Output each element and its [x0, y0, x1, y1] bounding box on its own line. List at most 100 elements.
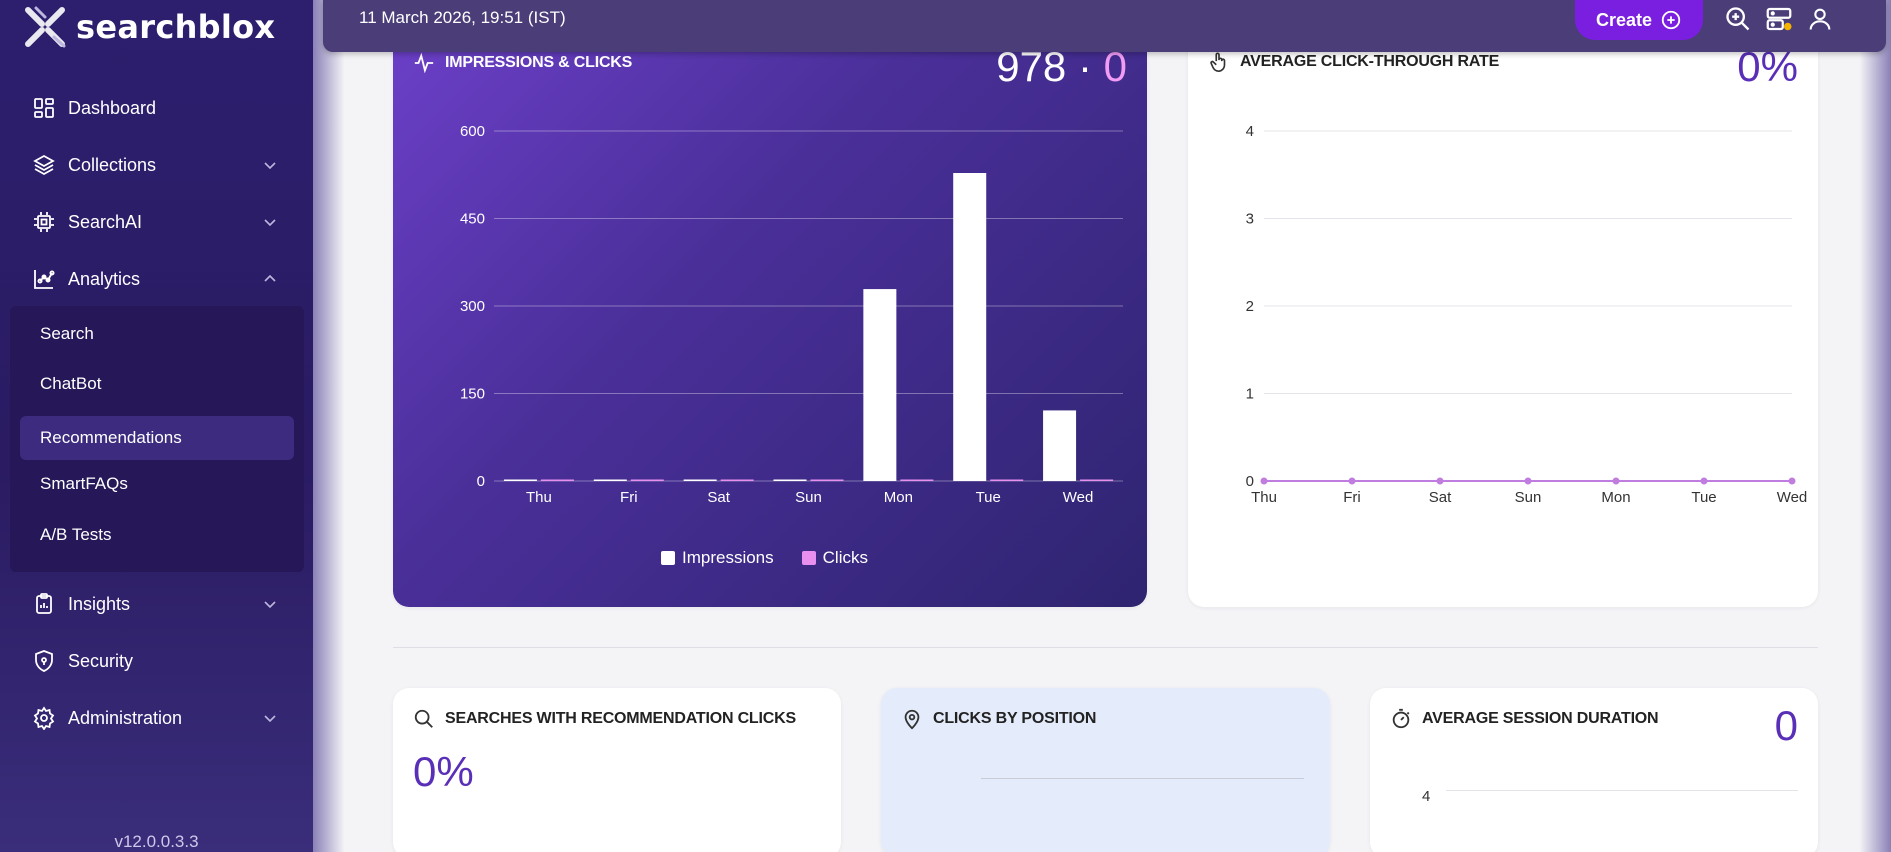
sidebar-item-insights[interactable]: Insights: [20, 582, 292, 626]
card-title: CLICKS BY POSITION: [901, 708, 1096, 730]
create-button-label: Create: [1595, 9, 1653, 30]
x-tick-label: Thu: [1251, 489, 1277, 506]
analytics-icon: [30, 265, 58, 293]
x-tick-label: Fri: [620, 489, 638, 506]
x-tick-label: Mon: [884, 489, 913, 506]
search-icon: [414, 709, 433, 728]
search-zoom-icon[interactable]: [1723, 4, 1753, 34]
bar-clicks: [900, 479, 934, 481]
sidebar-item-label: Dashboard: [68, 97, 157, 118]
y-tick-label: 150: [460, 386, 485, 403]
logo[interactable]: searchblox: [22, 4, 275, 50]
bar-impressions: [773, 479, 807, 481]
average-session-duration-card: AVERAGE SESSION DURATION 0 4: [1370, 688, 1818, 852]
chevron-down-icon: [264, 162, 276, 170]
impressions-clicks-chart: 0 150 300 450 600 Thu Fri Sat Sun Mon Tue Wed: [460, 123, 1123, 506]
legend-swatch: [801, 551, 816, 565]
chip-icon: [30, 208, 58, 236]
ctr-point: [1260, 477, 1268, 485]
sidebar-item-label: Collections: [68, 154, 157, 175]
searches-with-recommendation-clicks-card: SEARCHES WITH RECOMMENDATION CLICKS 0%: [393, 688, 841, 852]
card-title: AVERAGE SESSION DURATION: [1390, 708, 1659, 730]
x-tick-label: Fri: [1343, 489, 1361, 506]
x-tick-label: Wed: [1063, 489, 1094, 506]
bar-impressions: [683, 479, 717, 481]
sidebar-item-label: Analytics: [68, 268, 141, 289]
section-divider: [393, 647, 1818, 648]
submenu-item-ab-tests[interactable]: A/B Tests: [20, 513, 294, 557]
y-tick-label: 300: [460, 298, 485, 315]
clipboard-icon: [30, 590, 58, 618]
chevron-down-icon: [264, 601, 276, 609]
sidebar-item-label: SearchAI: [68, 211, 143, 232]
x-tick-label: Wed: [1777, 489, 1808, 506]
stopwatch-icon: [1392, 708, 1410, 729]
bar-clicks: [630, 479, 664, 481]
legend-swatch: [661, 551, 675, 565]
session-chart-gridline: [1446, 790, 1798, 791]
bar-impressions: [593, 479, 627, 481]
ctr-point: [1700, 477, 1708, 485]
session-stat: 0: [1774, 702, 1798, 749]
bar-clicks: [990, 479, 1024, 481]
bar-clicks: [1080, 479, 1114, 481]
x-tick-label: Tue: [976, 489, 1001, 506]
ctr-chart: 0 1 2 3 4 Thu Fri Sat Sun Mon Tue Wed: [1246, 123, 1808, 506]
top-bar: 11 March 2026, 19:51 (IST) Create: [323, 0, 1886, 52]
y-tick-label: 2: [1246, 298, 1254, 315]
shield-icon: [30, 647, 58, 675]
version-label: v12.0.0.3.3: [114, 832, 199, 851]
average-ctr-card: AVERAGE CLICK-THROUGH RATE 0% 0 1 2 3 4 Thu Fr…: [1188, 40, 1818, 607]
y-tick-label: 0: [1246, 473, 1254, 490]
legend-label: Clicks: [822, 548, 868, 567]
ctr-point: [1612, 477, 1620, 485]
server-status-icon[interactable]: [1764, 4, 1794, 34]
sidebar-item-searchai[interactable]: SearchAI: [20, 200, 292, 244]
submenu-item-chatbot[interactable]: ChatBot: [20, 362, 294, 406]
sidebar-item-security[interactable]: Security: [20, 639, 292, 683]
sidebar: searchblox Dashboard Collections SearchA…: [0, 0, 313, 852]
create-button[interactable]: Create: [1575, 0, 1703, 40]
legend-impressions[interactable]: Impressions: [661, 548, 774, 568]
submenu-item-recommendations[interactable]: Recommendations: [20, 416, 294, 460]
bar-impressions: [503, 479, 537, 481]
bar-impressions: [863, 289, 897, 481]
y-tick-label: 3: [1246, 211, 1254, 228]
sidebar-item-dashboard[interactable]: Dashboard: [20, 86, 292, 130]
searches-stat: 0%: [413, 748, 474, 795]
dashboard-icon: [30, 94, 58, 122]
x-tick-label: Thu: [526, 489, 552, 506]
submenu-item-smartfaqs[interactable]: SmartFAQs: [20, 462, 294, 506]
gear-icon: [30, 704, 58, 732]
card-title-text: CLICKS BY POSITION: [933, 710, 1097, 727]
sidebar-item-label: Insights: [68, 593, 131, 614]
sidebar-item-collections[interactable]: Collections: [20, 143, 292, 187]
chevron-down-icon: [264, 219, 276, 227]
sidebar-item-label: Administration: [68, 707, 183, 728]
submenu-item-search[interactable]: Search: [20, 312, 294, 356]
sidebar-item-label: Security: [68, 650, 134, 671]
chevron-up-icon: [264, 274, 276, 282]
y-tick-label: 1: [1246, 386, 1254, 403]
card-title-text: AVERAGE SESSION DURATION: [1422, 710, 1659, 727]
chevron-down-icon: [264, 715, 276, 723]
layers-icon: [30, 151, 58, 179]
x-tick-label: Sun: [795, 489, 822, 506]
searchblox-logo-icon: [25, 6, 66, 48]
impressions-clicks-card: IMPRESSIONS & CLICKS 978 · 0 0 150 300 450 6…: [393, 40, 1147, 607]
x-tick-label: Mon: [1601, 489, 1630, 506]
x-tick-label: Sat: [707, 489, 730, 506]
sidebar-item-administration[interactable]: Administration: [20, 696, 292, 740]
sidebar-item-analytics[interactable]: Analytics: [20, 257, 292, 301]
x-tick-label: Sun: [1515, 489, 1542, 506]
x-tick-label: Tue: [1691, 489, 1716, 506]
chart-legend: Impressions Clicks: [661, 548, 868, 568]
ctr-point: [1524, 477, 1532, 485]
user-profile-icon[interactable]: [1805, 4, 1835, 34]
location-pin-icon: [904, 709, 920, 730]
ctr-point: [1788, 477, 1796, 485]
y-tick-label: 600: [460, 123, 485, 140]
legend-clicks[interactable]: Clicks: [801, 548, 868, 568]
session-tick-label: 4: [1422, 788, 1431, 805]
ctr-point: [1436, 477, 1444, 485]
